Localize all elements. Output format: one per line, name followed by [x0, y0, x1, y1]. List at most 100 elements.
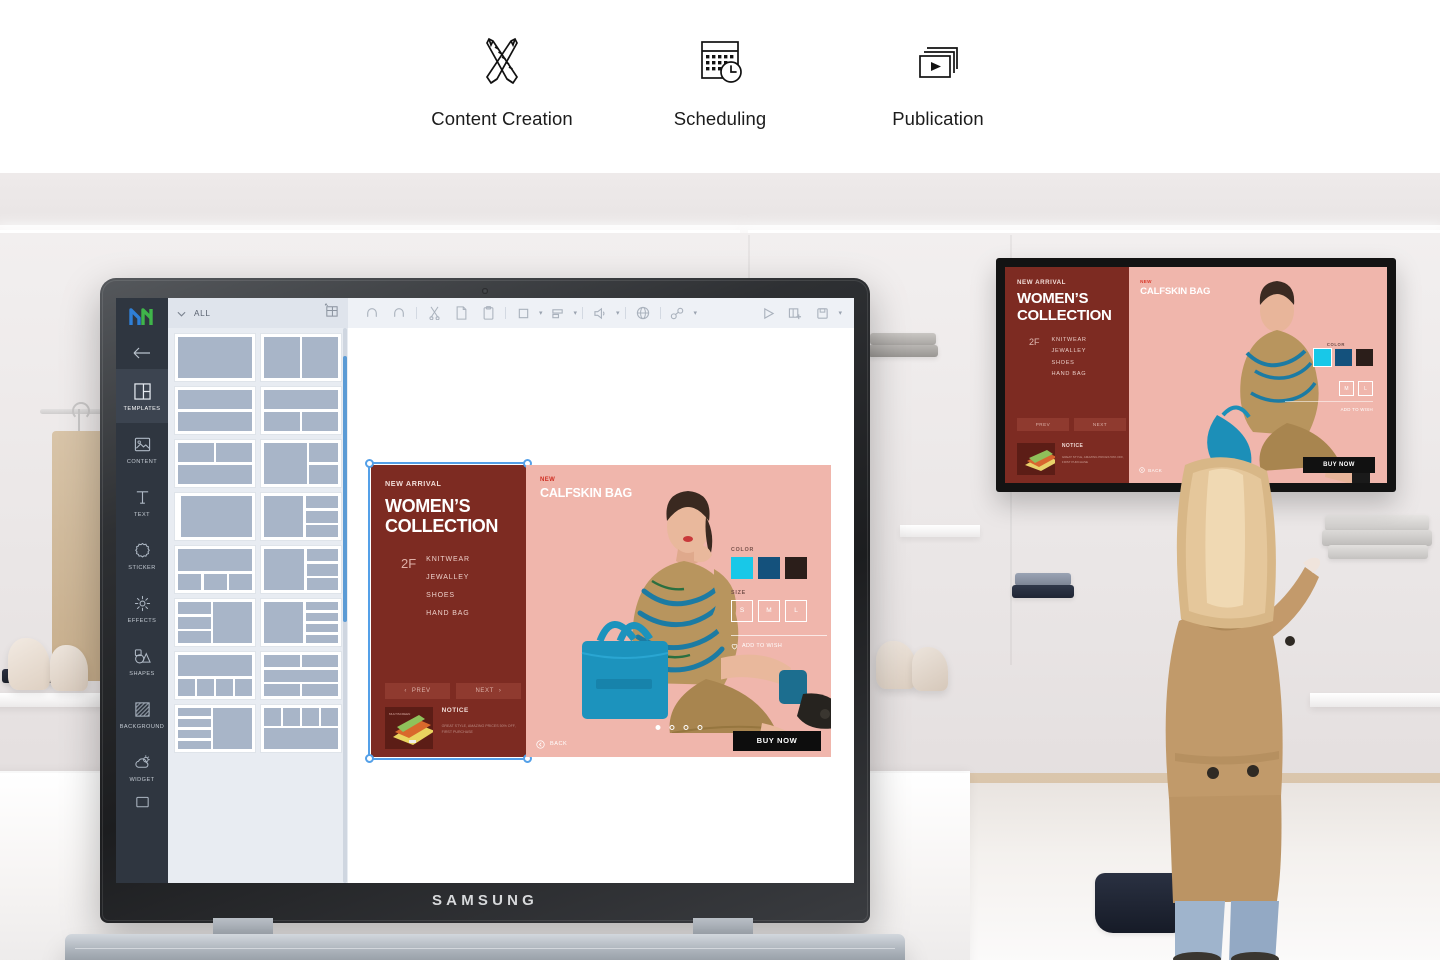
canvas-buy-now-button[interactable]: BUY NOW — [733, 730, 821, 751]
template-thumbnail[interactable] — [260, 545, 342, 594]
chevron-down-icon[interactable] — [177, 304, 186, 322]
pagination-dot[interactable] — [655, 724, 660, 730]
sidebar-item-shapes[interactable]: SHAPES — [116, 635, 168, 688]
swatch-navy[interactable] — [758, 556, 780, 579]
save-caret-icon[interactable]: ▾ — [838, 309, 842, 317]
template-thumbnail[interactable] — [174, 492, 256, 541]
template-thumbnail[interactable] — [174, 651, 256, 700]
preview-button[interactable] — [756, 301, 780, 325]
new-template-icon[interactable] — [324, 303, 339, 323]
wall-menu-item: JEWALLEY — [1051, 348, 1087, 355]
sidebar-item-background[interactable]: BACKGROUND — [116, 688, 168, 741]
wall-color-label: COLOR — [1326, 342, 1345, 347]
template-thumbnail[interactable] — [260, 386, 342, 435]
scrollbar-thumb[interactable] — [343, 355, 347, 623]
template-thumbnail-grid — [168, 328, 348, 883]
volume-button[interactable] — [588, 301, 612, 325]
size-option-l[interactable]: L — [785, 599, 807, 622]
wall-notice: NOTICE GREAT STYLE, AMAZING PRICES 50% O… — [1017, 443, 1129, 475]
canvas-left-panel[interactable]: NEW ARRIVAL WOMEN’S COLLECTION 2F KNITWE… — [365, 458, 532, 763]
template-thumbnail[interactable] — [260, 492, 342, 541]
template-thumbnail[interactable] — [260, 704, 342, 753]
wall-nav-buttons: PREV NEXT — [1017, 418, 1126, 431]
shopper-person — [1165, 457, 1321, 960]
swatch-dark-brown[interactable] — [785, 556, 807, 579]
sidebar-item-sticker[interactable]: STICKER — [116, 529, 168, 582]
sparkle-icon — [134, 593, 151, 614]
pencil-ruler-icon — [393, 32, 611, 94]
canvas-menu-item: JEWALLEY — [426, 574, 470, 582]
cut-button[interactable] — [422, 301, 446, 325]
weather-widget-icon — [134, 752, 151, 773]
sidebar-item-effects[interactable]: EFFECTS — [116, 582, 168, 635]
save-button[interactable] — [810, 301, 834, 325]
pagination-dot[interactable] — [669, 724, 674, 730]
template-thumbnail[interactable] — [174, 545, 256, 594]
template-thumbnail[interactable] — [174, 598, 256, 647]
sidebar-item-more[interactable] — [116, 794, 168, 812]
play-icon — [764, 307, 775, 319]
size-option-m[interactable]: M — [758, 599, 780, 622]
sidebar-item-text[interactable]: TEXT — [116, 476, 168, 529]
canvas-next-button[interactable]: NEXT › — [456, 682, 521, 699]
templates-scrollbar[interactable] — [343, 328, 347, 883]
wall-badge: NEW — [1140, 279, 1152, 284]
add-page-button[interactable] — [783, 301, 807, 325]
redo-button[interactable] — [387, 301, 411, 325]
laptop: TEMPLATES CONTENT TEXT STICKER EFFECTS S… — [65, 278, 905, 960]
undo-button[interactable] — [360, 301, 384, 325]
canvas-divider — [731, 634, 827, 636]
pagination-dot[interactable] — [697, 724, 702, 730]
canvas-notice-title: NOTICE — [441, 706, 469, 714]
design-canvas: NEW ARRIVAL WOMEN’S COLLECTION 2F KNITWE… — [365, 458, 831, 763]
template-thumbnail[interactable] — [260, 333, 342, 382]
volume-caret-icon[interactable]: ▾ — [616, 309, 620, 317]
language-button[interactable] — [631, 301, 655, 325]
align-button[interactable] — [546, 301, 570, 325]
pagination-dot[interactable] — [683, 724, 688, 730]
swatch-cyan[interactable] — [731, 556, 753, 579]
resize-handle-bottom-left[interactable] — [365, 753, 374, 763]
template-thumbnail[interactable] — [174, 386, 256, 435]
template-thumbnail[interactable] — [260, 439, 342, 488]
crop-button[interactable] — [511, 301, 535, 325]
templates-panel: ALL — [168, 298, 348, 883]
canvas-right-panel[interactable]: NEW CALFSKIN BAG COLOR SIZE S M L ADD TO… — [526, 464, 831, 757]
wall-title-line2: COLLECTION — [1017, 306, 1112, 324]
heart-icon — [731, 643, 738, 650]
paste-button[interactable] — [476, 301, 500, 325]
copy-button[interactable] — [449, 301, 473, 325]
size-option-s[interactable]: S — [731, 599, 753, 622]
canvas-notice-body: GREAT STYLE, AMAZING PRICES 50% OFF, FIR… — [441, 723, 516, 734]
template-thumbnail[interactable] — [174, 439, 256, 488]
wall-notice-thumbnail — [1017, 443, 1055, 475]
circle-chevron-left-icon — [536, 739, 545, 749]
canvas-back-button[interactable]: BACK — [536, 739, 567, 749]
sidebar-item-content[interactable]: CONTENT — [116, 423, 168, 476]
copy-icon — [456, 306, 466, 320]
link-caret-icon[interactable]: ▾ — [694, 309, 698, 317]
back-button[interactable] — [116, 336, 168, 370]
magicinfo-logo[interactable] — [116, 298, 168, 336]
canvas-notice: MULTISCREEN NOTICE GREAT STYLE, AMAZING … — [385, 706, 526, 749]
add-to-wish-button[interactable]: ADD TO WISH — [731, 643, 782, 650]
globe-icon — [636, 306, 649, 320]
crop-caret-icon[interactable]: ▾ — [539, 309, 543, 317]
link-button[interactable] — [666, 301, 690, 325]
sidebar-label: EFFECTS — [127, 618, 157, 624]
templates-filter-label[interactable]: ALL — [194, 309, 211, 318]
align-icon — [551, 308, 563, 318]
template-thumbnail[interactable] — [260, 598, 342, 647]
canvas-color-swatches — [731, 556, 807, 579]
scissors-icon — [428, 306, 440, 320]
template-thumbnail[interactable] — [174, 333, 256, 382]
sidebar-item-templates[interactable]: TEMPLATES — [116, 370, 168, 423]
more-tools-icon — [134, 794, 151, 812]
sidebar-item-widget[interactable]: WIDGET — [116, 741, 168, 794]
template-thumbnail[interactable] — [174, 704, 256, 753]
undo-icon — [367, 308, 377, 317]
resize-handle-top-left[interactable] — [365, 458, 374, 468]
align-caret-icon[interactable]: ▾ — [574, 309, 578, 317]
canvas-prev-button[interactable]: ‹ PREV — [385, 682, 450, 699]
template-thumbnail[interactable] — [260, 651, 342, 700]
